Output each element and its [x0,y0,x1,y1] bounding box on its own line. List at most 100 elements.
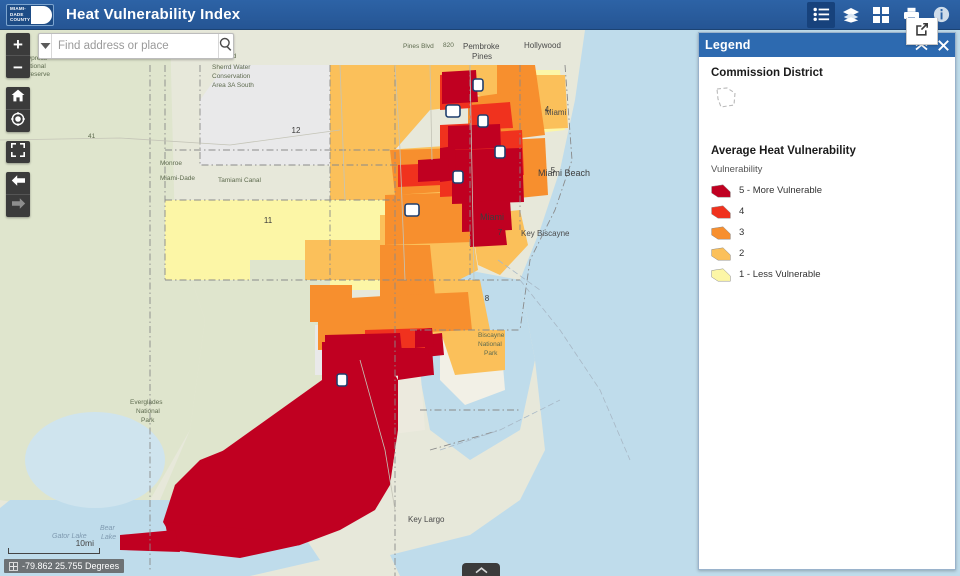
basemap-gallery-button[interactable] [867,2,895,28]
legend-item-label: 2 [739,248,745,259]
next-extent-button[interactable] [6,194,30,217]
legend-swatch [711,247,731,261]
map-label: Monroe [160,160,182,167]
plus-icon: + [13,34,23,54]
scale-bar-line [8,548,100,554]
locate-icon [11,111,25,131]
grid-icon [873,6,889,23]
district-label: 11 [264,216,273,225]
vuln-3-westedge [310,285,352,322]
full-extent-button[interactable] [6,141,30,163]
map-nav-toolbar: + − [6,33,30,226]
search-icon [219,37,233,56]
zoom-out-button[interactable]: − [6,55,30,78]
search-input[interactable] [52,34,218,58]
app-root: MIAMI-DADE COUNTY Heat Vulnerability Ind… [0,0,960,576]
district-number: 1 [476,83,480,90]
miami-dade-logo: MIAMI-DADE COUNTY [6,3,54,26]
list-icon [813,7,830,22]
locate-button[interactable] [6,109,30,132]
map-label: Everglades [130,399,163,406]
legend-title: Legend [705,38,751,52]
legend-item-label: 3 [739,227,745,238]
district-label: 3 [494,145,506,159]
map-label: Miami-Dade [160,175,195,182]
commission-district-symbol [715,86,943,115]
legend-item-label: 5 - More Vulnerable [739,185,823,196]
map-label: Pines [472,52,492,61]
district-number: 9 [340,378,344,385]
legend-item-list: 5 - More Vulnerable 4 3 2 1 - Less Vulnerabl… [711,180,943,285]
home-button[interactable] [6,87,30,109]
legend-panel: Legend Commission District Average Heat … [698,32,956,570]
map-label: Lake [101,534,116,541]
vuln-3-s [400,292,472,333]
vuln-3-sw [380,245,435,298]
legend-layer-title-heat: Average Heat Vulnerability [711,145,856,157]
vuln-5-n2 [448,124,501,150]
expand-icon [11,142,25,162]
map-label: 820 [443,42,454,49]
home-group [6,87,30,132]
map-label: Pines Blvd [403,43,434,50]
layers-icon [842,7,860,23]
coordinate-readout[interactable]: -79.862 25.755 Degrees [4,559,125,573]
map-label: Key Biscayne [521,229,570,238]
layers-tool-button[interactable] [837,2,865,28]
vuln-2-westmid [305,240,385,280]
legend-swatch [711,226,731,240]
search-submit-button[interactable] [218,34,233,58]
vuln-5-s-join [398,348,432,380]
district-number: 10 [408,208,416,215]
zoom-group: + − [6,33,30,78]
district-label: 2 [477,114,489,128]
legend-item: 2 [711,243,943,264]
logo-text: MIAMI-DADE COUNTY [10,6,31,23]
zoom-in-button[interactable]: + [6,33,30,55]
map-label: Conservation [212,73,251,80]
scale-bar: 10mi [8,538,100,554]
legend-item: 5 - More Vulnerable [711,180,943,201]
district-label: 8 [485,294,490,303]
vuln-5-east-sliver2 [415,328,434,348]
map-label: National [478,341,502,348]
minus-icon: − [13,57,23,77]
legend-tool-button[interactable] [807,1,835,28]
legend-body: Commission District Average Heat Vulnera… [699,57,955,295]
map-label: Tamiami Canal [218,177,262,184]
gator-lake [25,412,165,508]
map-label: Area 3A South [212,82,254,89]
district-number: 4 [545,105,550,114]
district-label: 5 [551,166,556,175]
chevron-down-icon [40,37,51,55]
legend-layer-title-district: Commission District [711,67,823,79]
map-label: Park [484,350,498,357]
map-label: Miami Beach [538,168,590,178]
legend-item: 1 - Less Vulnerable [711,264,943,285]
legend-item-label: 4 [739,206,745,217]
prev-extent-button[interactable] [6,172,30,194]
map-label: Park [141,417,155,424]
legend-item: 4 [711,201,943,222]
legend-section-gap [711,131,943,145]
district-number: 5 [551,166,556,175]
legend-item: 3 [711,222,943,243]
district-number: 12 [292,126,301,135]
page-title: Heat Vulnerability Index [66,6,241,23]
crosshair-icon [9,561,18,571]
map-label: Key Largo [408,515,445,524]
map-label: Bear [100,525,115,532]
district-number: 13 [449,109,457,116]
district-label: 12 [292,126,301,135]
district-label: 10 [404,203,420,217]
map-label: Sherrd Water [212,64,251,71]
map-label: Biscayne [478,332,505,339]
legend-close-button[interactable] [938,39,949,51]
map-label: Miami [480,212,504,222]
district-label: 13 [445,104,461,118]
search-source-dropdown[interactable] [39,34,52,58]
legend-swatch [711,268,731,282]
legend-item-label: 1 - Less Vulnerable [739,269,821,280]
attribute-table-handle[interactable] [462,563,500,576]
print-popup[interactable] [906,18,938,45]
